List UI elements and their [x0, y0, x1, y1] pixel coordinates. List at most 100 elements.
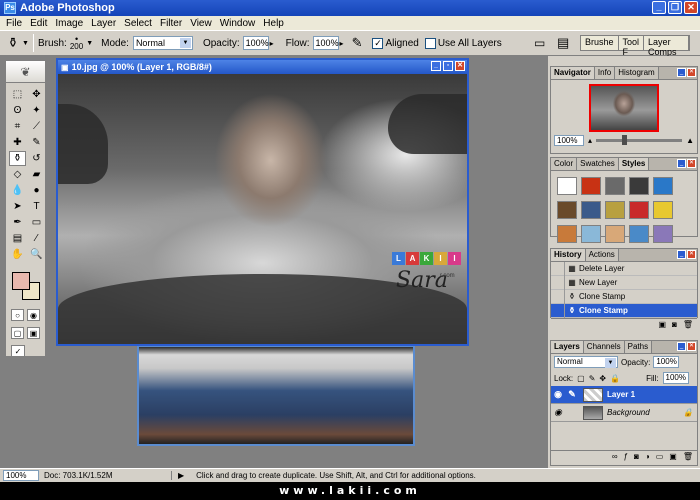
notes-tool-icon[interactable]: ▤ [9, 231, 26, 246]
imageready-jump-icon[interactable]: ✓ [11, 345, 25, 357]
menu-filter[interactable]: Filter [156, 18, 186, 29]
brush-picker[interactable]: • 200 [70, 35, 83, 51]
style-swatch[interactable] [557, 177, 577, 195]
tab-paths[interactable]: Paths [624, 341, 653, 353]
tab-color[interactable]: Color [551, 158, 578, 170]
brush-tool-icon[interactable]: ✎ [28, 135, 45, 150]
style-swatch[interactable] [605, 177, 625, 195]
crop-tool-icon[interactable]: ⌗ [9, 119, 26, 134]
flow-slider-icon[interactable]: ▸ [340, 39, 344, 48]
delete-state-icon[interactable]: 🗑 [683, 320, 693, 329]
panel-close-icon[interactable]: ✕ [687, 250, 696, 259]
style-swatch[interactable] [605, 201, 625, 219]
restore-button[interactable]: ❐ [668, 1, 682, 14]
use-all-layers-checkbox[interactable] [424, 37, 436, 49]
clone-stamp-tool-preset-icon[interactable]: ⚱ [4, 34, 22, 52]
aligned-checkbox[interactable]: ✓ [372, 37, 384, 49]
history-brush-tool-icon[interactable]: ↺ [28, 151, 45, 166]
layer-style-icon[interactable]: ƒ [624, 452, 628, 461]
opacity-slider-icon[interactable]: ▸ [270, 39, 274, 48]
layer-opacity-input[interactable]: 100% [653, 356, 680, 368]
style-swatch[interactable] [581, 177, 601, 195]
tab-actions[interactable]: Actions [585, 249, 619, 261]
opacity-input[interactable]: 100% [242, 36, 269, 50]
style-swatch[interactable] [605, 225, 625, 243]
new-group-icon[interactable]: ▭ [656, 452, 664, 461]
menu-layer[interactable]: Layer [87, 18, 120, 29]
brush-dropdown-icon[interactable]: ▼ [86, 40, 93, 47]
clone-stamp-tool-icon[interactable]: ⚱ [9, 151, 26, 166]
document-minimize-button[interactable]: _ [431, 61, 441, 71]
eyedropper-tool-icon[interactable]: ⁄ [28, 231, 45, 246]
panel-close-icon[interactable]: ✕ [687, 342, 696, 351]
tab-histogram[interactable]: Histogram [615, 67, 659, 79]
eye-icon[interactable]: ◉ [551, 407, 565, 418]
quick-mask-mode-icon[interactable]: ◉ [27, 309, 40, 321]
standard-screen-mode-icon[interactable]: ▢ [11, 327, 24, 339]
minimize-button[interactable]: _ [652, 1, 666, 14]
style-swatch[interactable] [557, 225, 577, 243]
layer-row[interactable]: ◉ Background 🔒 [551, 404, 697, 422]
tab-swatches[interactable]: Swatches [577, 158, 619, 170]
full-screen-menu-mode-icon[interactable]: ▣ [27, 327, 40, 339]
navigator-thumbnail[interactable] [589, 84, 659, 132]
document-maximize-button[interactable]: ▫ [443, 61, 453, 71]
style-swatch[interactable] [629, 201, 649, 219]
lock-all-icon[interactable]: 🔒 [610, 374, 620, 383]
adobe-feather-icon[interactable]: ❦ [6, 61, 45, 83]
marquee-tool-icon[interactable]: ⬚ [9, 87, 26, 102]
menu-image[interactable]: Image [51, 18, 87, 29]
panel-minimize-icon[interactable]: _ [677, 159, 686, 168]
style-swatch[interactable] [629, 177, 649, 195]
zoom-tool-icon[interactable]: 🔍 [28, 247, 45, 262]
lock-image-icon[interactable]: ✎ [589, 374, 596, 383]
well-tab-tool-presets[interactable]: Tool F [619, 36, 645, 57]
tab-channels[interactable]: Channels [583, 341, 625, 353]
history-item[interactable]: ▦ New Layer [551, 275, 697, 290]
style-swatch[interactable] [629, 225, 649, 243]
new-layer-icon[interactable]: ▣ [669, 452, 677, 461]
history-item[interactable]: ▦ Delete Layer [551, 261, 697, 276]
panel-close-icon[interactable]: ✕ [687, 68, 696, 77]
document-titlebar[interactable]: ▣ 10.jpg @ 100% (Layer 1, RGB/8#) _ ▫ ✕ [58, 60, 467, 74]
eye-icon[interactable]: ◉ [551, 389, 565, 400]
status-doc-size[interactable]: Doc: 703.1K/1.52M [42, 471, 172, 480]
standard-mode-icon[interactable]: ○ [11, 309, 24, 321]
style-swatch[interactable] [653, 177, 673, 195]
layer-blend-mode-select[interactable]: Normal [554, 356, 618, 368]
menu-view[interactable]: View [186, 18, 216, 29]
slice-tool-icon[interactable]: ⟋ [28, 119, 45, 134]
style-swatch[interactable] [581, 225, 601, 243]
style-swatch[interactable] [653, 225, 673, 243]
mode-select[interactable]: Normal [132, 36, 193, 50]
gradient-tool-icon[interactable]: ▰ [28, 167, 45, 182]
hand-tool-icon[interactable]: ✋ [9, 247, 26, 262]
status-zoom-input[interactable]: 100% [3, 470, 39, 481]
document-close-button[interactable]: ✕ [455, 61, 465, 71]
menu-edit[interactable]: Edit [26, 18, 51, 29]
file-browser-icon[interactable]: ▭ [534, 36, 545, 50]
shape-tool-icon[interactable]: ▭ [28, 215, 45, 230]
flow-input[interactable]: 100% [312, 36, 339, 50]
tab-navigator[interactable]: Navigator [551, 67, 595, 79]
zoom-in-icon[interactable]: ▲ [686, 136, 694, 145]
zoom-out-icon[interactable]: ▴ [588, 136, 592, 145]
lock-transparency-icon[interactable]: ▢ [577, 374, 585, 383]
new-adjustment-layer-icon[interactable]: ◑ [645, 452, 650, 461]
well-tab-layer-comps[interactable]: Layer Comps [644, 36, 689, 57]
close-button[interactable]: ✕ [684, 1, 698, 14]
panel-minimize-icon[interactable]: _ [677, 342, 686, 351]
preset-dropdown-icon[interactable]: ▼ [22, 40, 29, 47]
tab-history[interactable]: History [551, 249, 586, 261]
move-tool-icon[interactable]: ✥ [28, 87, 45, 102]
delete-layer-icon[interactable]: 🗑 [683, 452, 693, 461]
link-layers-icon[interactable]: ∞ [612, 452, 618, 461]
brush-link-icon[interactable]: ✎ [565, 389, 579, 400]
tab-info[interactable]: Info [594, 67, 616, 79]
type-tool-icon[interactable]: T [28, 199, 45, 214]
lock-position-icon[interactable]: ✥ [599, 374, 606, 383]
navigator-zoom-slider[interactable] [596, 135, 683, 145]
menu-help[interactable]: Help [259, 18, 288, 29]
panel-close-icon[interactable]: ✕ [687, 159, 696, 168]
tab-styles[interactable]: Styles [618, 158, 650, 170]
